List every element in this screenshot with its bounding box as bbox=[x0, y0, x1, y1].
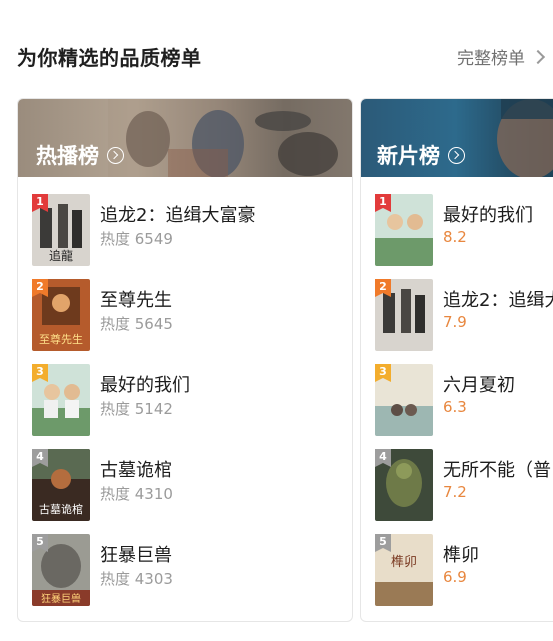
movie-title: 六月夏初 bbox=[443, 375, 515, 396]
svg-text:榫卯: 榫卯 bbox=[391, 555, 417, 570]
section-header: 为你精选的品质榜单 完整榜单 bbox=[0, 0, 553, 98]
section-title: 为你精选的品质榜单 bbox=[17, 46, 202, 70]
score-value: 6.9 bbox=[443, 568, 467, 586]
list-item[interactable]: 4 无所不能（普 7.2 bbox=[361, 432, 553, 521]
score-value: 8.2 bbox=[443, 228, 467, 246]
movie-title: 无所不能（普 bbox=[443, 460, 551, 481]
movie-title: 最好的我们 bbox=[100, 375, 190, 396]
list-item[interactable]: 榫卯 5 榫卯 6.9 bbox=[361, 517, 553, 606]
hot-list-title-label: 热播榜 bbox=[36, 144, 99, 168]
score-value: 7.2 bbox=[443, 483, 467, 501]
svg-text:至尊先生: 至尊先生 bbox=[39, 332, 83, 346]
full-list-link[interactable]: 完整榜单 bbox=[457, 44, 546, 69]
circle-arrow-icon bbox=[448, 146, 465, 164]
new-list-banner[interactable]: 新片榜 bbox=[361, 99, 553, 177]
heat-value: 热度 6549 bbox=[100, 230, 173, 248]
new-list-title-label: 新片榜 bbox=[377, 144, 440, 168]
heat-value: 热度 4310 bbox=[100, 485, 173, 503]
movie-title: 追龙2：追缉大富豪 bbox=[100, 205, 256, 226]
movie-title: 至尊先生 bbox=[100, 290, 172, 311]
hot-list-title[interactable]: 热播榜 bbox=[36, 140, 124, 170]
score-value: 7.9 bbox=[443, 313, 467, 331]
list-item[interactable]: 古墓诡棺 4 古墓诡棺 热度 4310 bbox=[18, 432, 352, 521]
movie-title: 古墓诡棺 bbox=[100, 460, 172, 481]
list-item[interactable]: 3 最好的我们 热度 5142 bbox=[18, 347, 352, 436]
movie-title: 最好的我们 bbox=[443, 205, 533, 226]
new-list-title[interactable]: 新片榜 bbox=[377, 140, 465, 170]
movie-title: 狂暴巨兽 bbox=[100, 545, 172, 566]
score-value: 6.3 bbox=[443, 398, 467, 416]
heat-value: 热度 4303 bbox=[100, 570, 173, 588]
heat-value: 热度 5645 bbox=[100, 315, 173, 333]
full-list-label: 完整榜单 bbox=[457, 49, 525, 69]
list-item[interactable]: 至尊先生 2 至尊先生 热度 5645 bbox=[18, 262, 352, 351]
hot-list-banner[interactable]: 热播榜 bbox=[18, 99, 352, 177]
svg-text:狂暴巨兽: 狂暴巨兽 bbox=[41, 592, 81, 605]
svg-text:古墓诡棺: 古墓诡棺 bbox=[39, 502, 83, 516]
list-item[interactable]: 狂暴巨兽 5 狂暴巨兽 热度 4303 bbox=[18, 517, 352, 606]
heat-value: 热度 5142 bbox=[100, 400, 173, 418]
banner-image bbox=[497, 99, 553, 177]
svg-text:追龍: 追龍 bbox=[49, 248, 73, 263]
movie-title: 榫卯 bbox=[443, 545, 479, 566]
chevron-right-icon bbox=[530, 49, 546, 64]
new-list-card[interactable]: 新片榜 1 最好的我们 8.2 2 追龙2：追缉大富豪 7.9 bbox=[360, 98, 553, 622]
hot-list-card[interactable]: 热播榜 追龍 1 追龙2：追缉大富豪 热度 6549 至尊先生 2 至尊先生 热… bbox=[17, 98, 353, 622]
list-item[interactable]: 1 最好的我们 8.2 bbox=[361, 177, 553, 266]
list-item[interactable]: 3 六月夏初 6.3 bbox=[361, 347, 553, 436]
circle-arrow-icon bbox=[107, 146, 124, 164]
list-item[interactable]: 2 追龙2：追缉大富豪 7.9 bbox=[361, 262, 553, 351]
movie-title: 追龙2：追缉大富豪 bbox=[443, 290, 553, 311]
banner-image bbox=[108, 99, 352, 177]
list-item[interactable]: 追龍 1 追龙2：追缉大富豪 热度 6549 bbox=[18, 177, 352, 266]
